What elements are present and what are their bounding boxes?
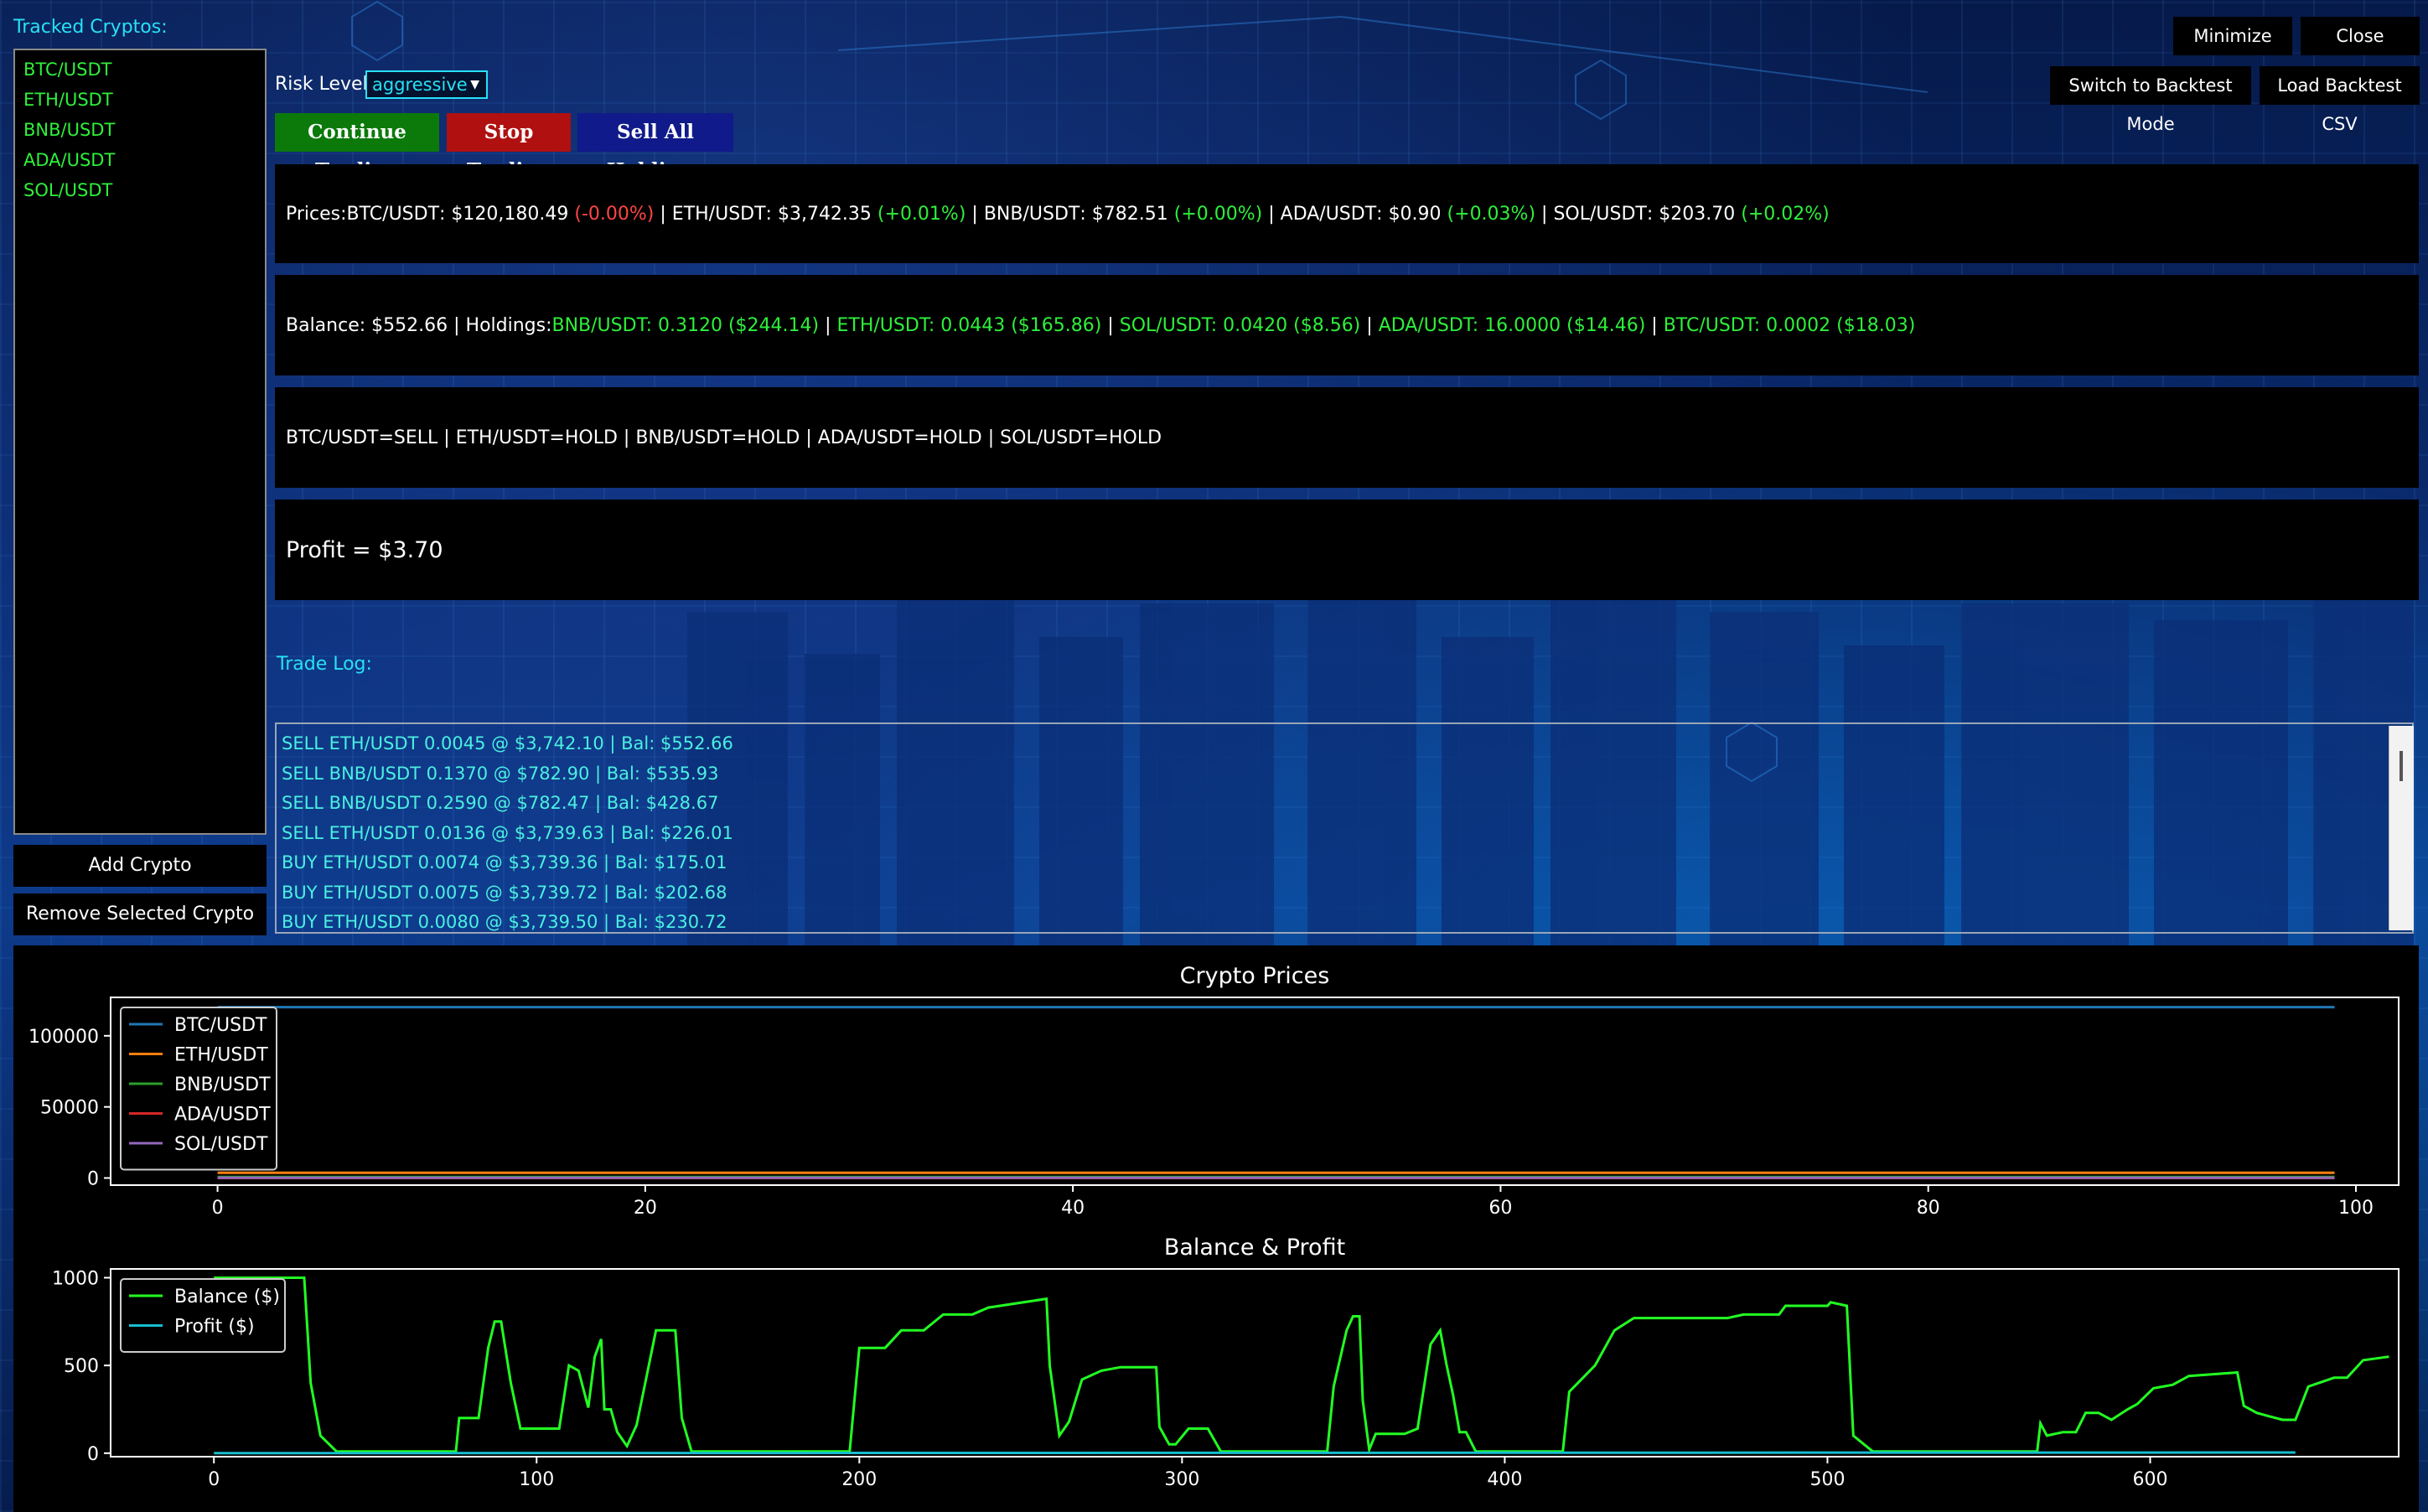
signal-item: ADA/USDT=HOLD (817, 427, 982, 448)
y-tick-label: 0 (87, 1444, 99, 1465)
list-item-btc[interactable]: BTC/USDT (20, 55, 260, 85)
price-value: $120,180.49 (451, 203, 569, 225)
risk-level-select[interactable]: aggressive ▼ (365, 70, 488, 99)
tracked-crypto-list[interactable]: BTC/USDT ETH/USDT BNB/USDT ADA/USDT SOL/… (13, 49, 267, 835)
scrollbar-thumb[interactable] (2400, 751, 2403, 781)
x-tick-label: 300 (1164, 1469, 1199, 1490)
price-change: (+0.00%) (1173, 203, 1263, 225)
balance-text: Balance: $552.66 | Holdings: (286, 314, 552, 336)
list-item-ada[interactable]: ADA/USDT (20, 146, 260, 176)
series-line (214, 1451, 2296, 1455)
signals-panel: BTC/USDT=SELL | ETH/USDT=HOLD | BNB/USDT… (275, 387, 2419, 488)
y-tick-label: 0 (87, 1169, 99, 1190)
x-tick-label: 20 (634, 1198, 657, 1219)
log-line: BUY ETH/USDT 0.0074 @ $3,739.36 | Bal: $… (282, 852, 727, 873)
x-tick-label: 600 (2133, 1469, 2168, 1490)
minimize-button[interactable]: Minimize (2173, 17, 2292, 55)
price-change: (+0.03%) (1447, 203, 1536, 225)
list-item-eth[interactable]: ETH/USDT (20, 85, 260, 116)
x-tick-label: 400 (1487, 1469, 1522, 1490)
load-backtest-csv-button[interactable]: Load Backtest CSV (2260, 66, 2420, 134)
balance-panel: Balance: $552.66 | Holdings: BNB/USDT: 0… (275, 275, 2419, 375)
chart-title: Balance & Profit (1164, 1235, 1345, 1261)
y-tick-label: 50000 (40, 1098, 99, 1119)
y-tick-label: 500 (64, 1356, 99, 1377)
price-value: $203.70 (1659, 203, 1736, 225)
legend-label: ETH/USDT (174, 1045, 268, 1066)
continue-trading-button[interactable]: Continue Trading (275, 113, 439, 182)
price-pair: ADA/USDT (1280, 203, 1377, 225)
y-tick-label: 100000 (28, 1027, 99, 1048)
x-tick-label: 60 (1488, 1198, 1512, 1219)
risk-level-value: aggressive (372, 75, 468, 95)
log-line: BUY ETH/USDT 0.0075 @ $3,739.72 | Bal: $… (282, 882, 727, 903)
signal-item: BNB/USDT=HOLD (635, 427, 800, 448)
price-value: $3,742.35 (777, 203, 872, 225)
price-change: (-0.00%) (574, 203, 655, 225)
x-tick-label: 100 (2338, 1198, 2374, 1219)
y-tick-label: 1000 (52, 1268, 99, 1289)
switch-backtest-mode-button[interactable]: Switch to Backtest Mode (2050, 66, 2251, 134)
legend-label: BNB/USDT (174, 1074, 271, 1095)
legend-label: BTC/USDT (174, 1015, 267, 1036)
log-line: SELL BNB/USDT 0.2590 @ $782.47 | Bal: $4… (282, 793, 719, 813)
holding-item: BTC/USDT: 0.0002 ($18.03) (1663, 314, 1916, 336)
add-crypto-button[interactable]: Add Crypto (13, 845, 267, 887)
plot-frame (110, 997, 2400, 1186)
holding-item: BNB/USDT: 0.3120 ($244.14) (551, 314, 820, 336)
x-tick-label: 500 (1809, 1469, 1845, 1490)
log-line: SELL BNB/USDT 0.1370 @ $782.90 | Bal: $5… (282, 763, 719, 784)
trade-log-title: Trade Log: (277, 654, 372, 675)
holding-item: ADA/USDT: 16.0000 ($14.46) (1378, 314, 1646, 336)
trade-log[interactable]: SELL ETH/USDT 0.0045 @ $3,742.10 | Bal: … (275, 722, 2414, 934)
x-tick-label: 40 (1061, 1198, 1085, 1219)
log-line: SELL ETH/USDT 0.0136 @ $3,739.63 | Bal: … (282, 822, 733, 843)
signal-item: ETH/USDT=HOLD (455, 427, 618, 448)
prices-prefix: Prices: (286, 203, 347, 225)
price-value: $782.51 (1091, 203, 1168, 225)
holding-item: ETH/USDT: 0.0443 ($165.86) (836, 314, 1102, 336)
tracked-cryptos-title: Tracked Cryptos: (13, 17, 168, 38)
holding-item: SOL/USDT: 0.0420 ($8.56) (1119, 314, 1361, 336)
x-tick-label: 80 (1917, 1198, 1940, 1219)
remove-selected-crypto-button[interactable]: Remove Selected Crypto (13, 893, 267, 935)
price-pair: BTC/USDT (346, 203, 440, 225)
trade-log-scrollbar[interactable] (2389, 726, 2414, 930)
price-pair: ETH/USDT (671, 203, 766, 225)
x-tick-label: 0 (208, 1469, 220, 1490)
legend-label: ADA/USDT (174, 1105, 271, 1126)
charts-svg: Crypto Prices0 20 40 60 80 100050000100000BTC… (28, 963, 2400, 1490)
profit-text: Profit = $3.70 (286, 536, 443, 563)
legend-label: Profit ($) (174, 1317, 255, 1338)
risk-level-label: Risk Level: (275, 74, 375, 95)
stop-trading-button[interactable]: Stop Trading (447, 113, 571, 182)
price-value: $0.90 (1388, 203, 1442, 225)
close-button[interactable]: Close (2301, 17, 2420, 55)
plot-frame (110, 1268, 2400, 1458)
x-tick-label: 0 (212, 1198, 224, 1219)
price-change: (+0.02%) (1741, 203, 1830, 225)
legend-label: SOL/USDT (174, 1134, 268, 1155)
x-tick-label: 100 (519, 1469, 554, 1490)
list-item-sol[interactable]: SOL/USDT (20, 176, 260, 206)
legend-label: Balance ($) (174, 1287, 280, 1307)
log-line: SELL ETH/USDT 0.0045 @ $3,742.10 | Bal: … (282, 733, 733, 753)
x-tick-label: 200 (841, 1469, 877, 1490)
chevron-down-icon: ▼ (470, 78, 479, 91)
sell-all-holdings-button[interactable]: Sell All Holdings (577, 113, 733, 182)
price-change: (+0.01%) (877, 203, 966, 225)
prices-panel: Prices: BTC/USDT: $120,180.49 (-0.00%) |… (275, 164, 2419, 263)
series-line (214, 1276, 2389, 1455)
chart-title: Crypto Prices (1180, 963, 1330, 989)
signal-item: SOL/USDT=HOLD (1000, 427, 1162, 448)
price-pair: BNB/USDT (983, 203, 1080, 225)
charts-area: Crypto Prices 0 20 40 60 80 100 0 50000 100000 BTC… (13, 945, 2419, 1512)
profit-panel: Profit = $3.70 (275, 500, 2419, 600)
price-pair: SOL/USDT (1553, 203, 1647, 225)
signal-item: BTC/USDT=SELL (286, 427, 438, 448)
log-line: BUY ETH/USDT 0.0080 @ $3,739.50 | Bal: $… (282, 912, 727, 932)
list-item-bnb[interactable]: BNB/USDT (20, 116, 260, 146)
